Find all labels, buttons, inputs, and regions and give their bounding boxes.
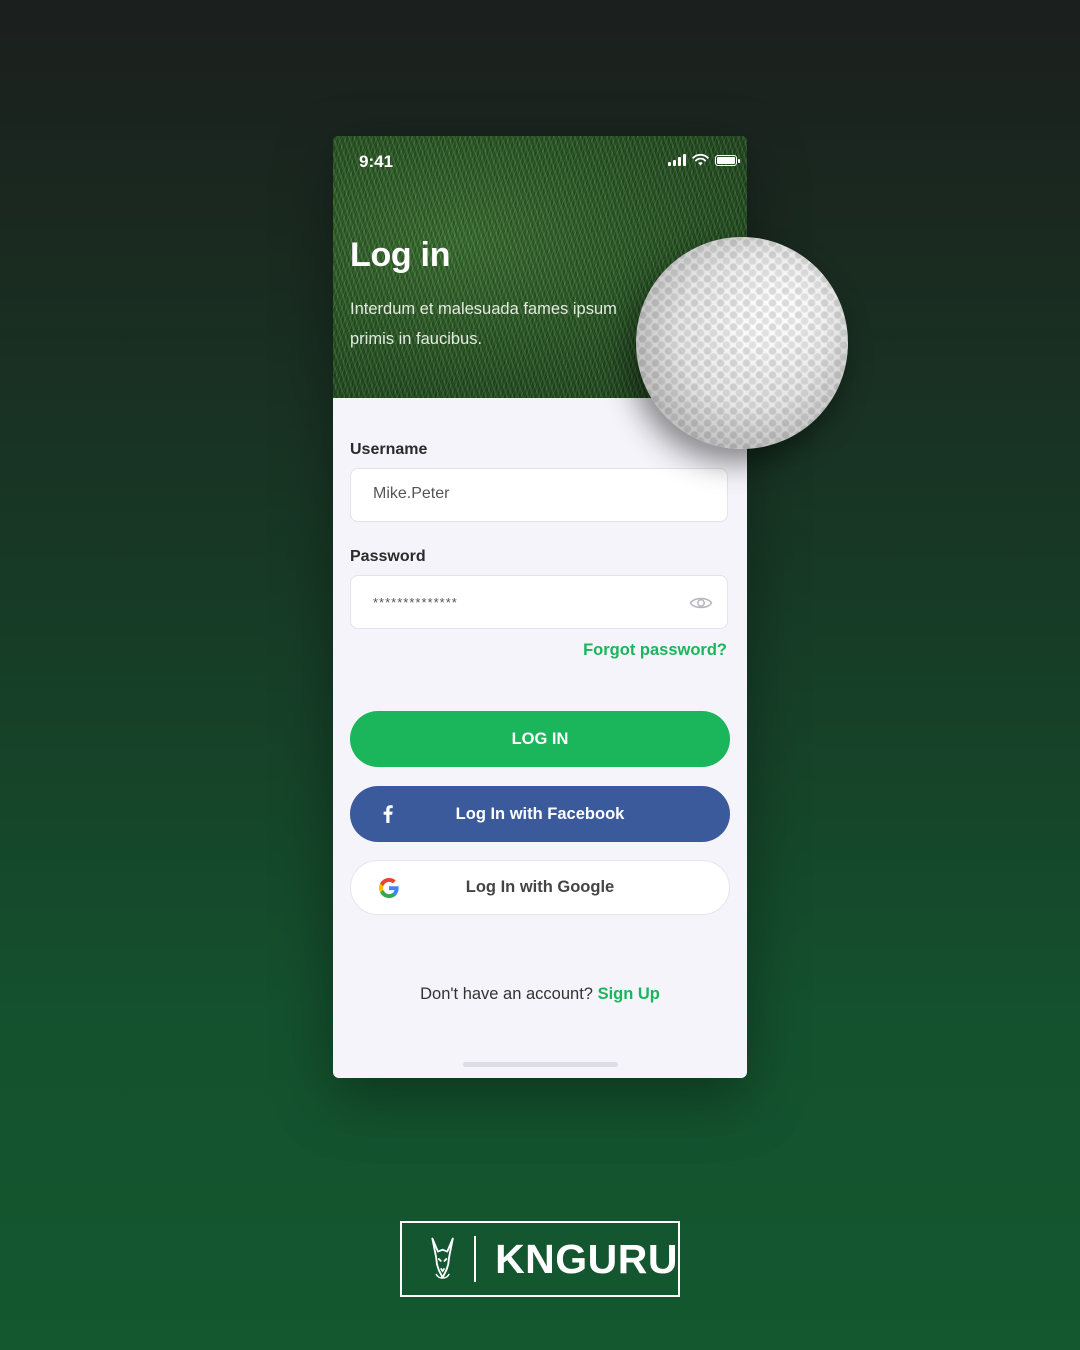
password-field[interactable]: **************	[350, 575, 728, 629]
google-icon	[379, 877, 399, 898]
status-time: 9:41	[359, 152, 394, 171]
google-button-label: Log In with Google	[465, 878, 615, 896]
facebook-login-button[interactable]: Log In with Facebook	[350, 786, 730, 842]
password-value: **************	[373, 595, 458, 610]
username-field[interactable]: Mike.Peter	[350, 468, 728, 522]
brand-logo: KNGURU	[400, 1221, 680, 1297]
username-label: Username	[350, 441, 428, 458]
kangaroo-logo-icon	[431, 1237, 454, 1279]
facebook-icon	[383, 805, 393, 823]
golf-ball-image	[636, 237, 848, 449]
page-title: Log in	[350, 236, 451, 274]
signup-prompt: Don't have an account? Sign Up	[333, 985, 747, 1004]
username-value: Mike.Peter	[373, 485, 450, 502]
forgot-password-link[interactable]: Forgot password?	[583, 641, 727, 660]
login-button-label: LOG IN	[511, 729, 569, 748]
brand-name: KNGURU	[495, 1235, 678, 1282]
login-button[interactable]: LOG IN	[350, 711, 730, 767]
page-subtitle: Interdum et malesuada fames ipsum primis…	[350, 300, 617, 348]
home-indicator	[463, 1062, 618, 1067]
battery-icon	[715, 155, 740, 166]
signup-prompt-text: Don't have an account?	[420, 985, 593, 1003]
brand-divider	[474, 1236, 477, 1282]
facebook-button-label: Log In with Facebook	[455, 804, 625, 823]
wifi-icon	[692, 154, 709, 166]
google-login-button[interactable]: Log In with Google	[350, 860, 730, 915]
status-icons	[668, 154, 740, 166]
eye-icon[interactable]	[689, 592, 713, 614]
password-label: Password	[350, 548, 426, 565]
signup-link[interactable]: Sign Up	[598, 985, 660, 1003]
signal-icon	[668, 154, 686, 166]
